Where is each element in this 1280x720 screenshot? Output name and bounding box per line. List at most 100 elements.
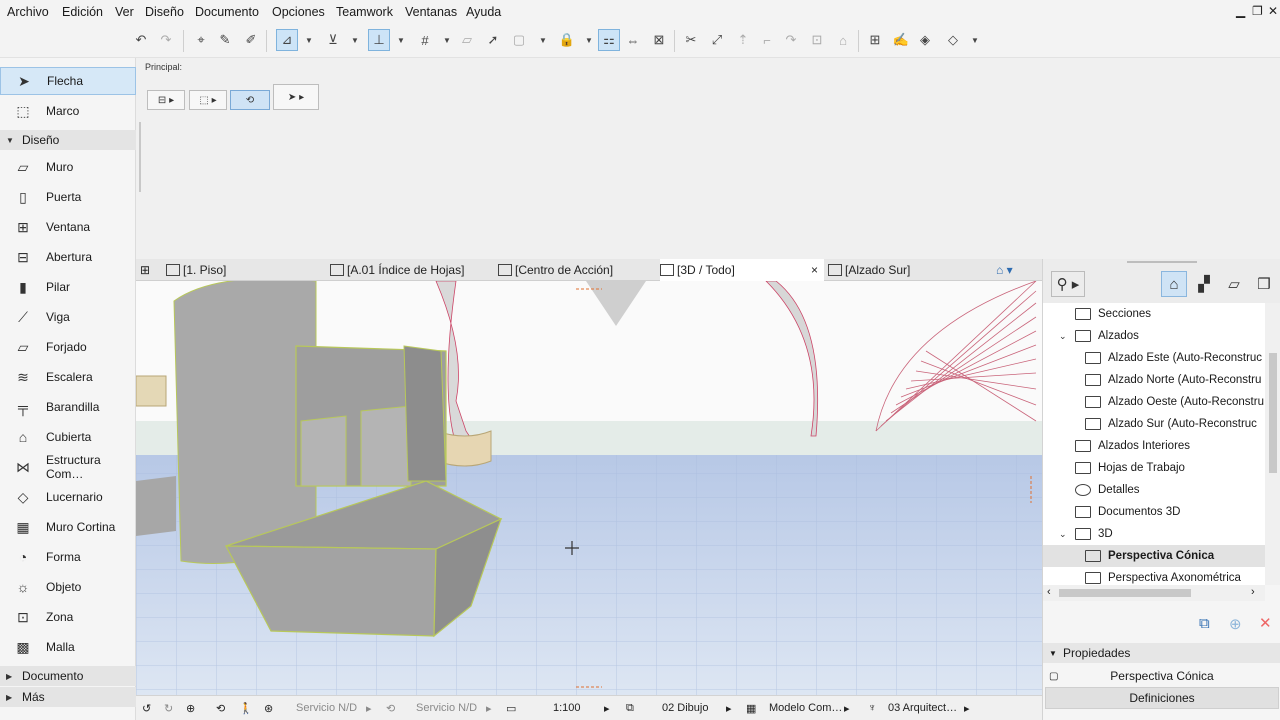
tool-estructura[interactable]: ⋈ Estructura Com… [0, 453, 136, 481]
layer-value[interactable]: 02 Dibujo [662, 702, 708, 714]
tool-barandilla[interactable]: ╤ Barandilla [0, 393, 136, 421]
dropdown-icon[interactable]: ▸ [366, 702, 372, 715]
menu-edicion[interactable]: Edición [62, 5, 103, 19]
dropdown-icon[interactable]: ▼ [350, 29, 360, 51]
minimize-icon[interactable]: ▁ [1236, 4, 1245, 18]
cursor-icon[interactable]: ➚ [482, 29, 504, 51]
tool-malla[interactable]: ▩ Malla [0, 633, 136, 661]
tool-zona[interactable]: ⊡ Zona [0, 603, 136, 631]
tab-centro-accion[interactable]: [Centro de Acción] [498, 259, 658, 281]
new-view-icon[interactable]: ⊕ [1229, 615, 1242, 633]
menu-archivo[interactable]: Archivo [7, 5, 49, 19]
3d-viewport[interactable] [136, 281, 1042, 695]
tree-horizontal-scrollbar[interactable]: ‹ › [1043, 585, 1265, 601]
intersect-icon[interactable]: ⊠ [648, 29, 670, 51]
rotate-method-button[interactable]: ⟲ [230, 90, 270, 110]
distribute-icon[interactable]: ⊞ [864, 29, 886, 51]
marquee-method-button[interactable]: ⬚ ▸ [189, 90, 227, 110]
tool-muro-cortina[interactable]: ▦ Muro Cortina [0, 513, 136, 541]
tool-ventana[interactable]: ⊞ Ventana [0, 213, 136, 241]
go-back-icon[interactable]: ↺ [142, 702, 151, 715]
eyedropper-icon[interactable]: ✎ [214, 29, 236, 51]
tree-item-alzados-interiores[interactable]: Alzados Interiores [1075, 435, 1190, 457]
menu-teamwork[interactable]: Teamwork [336, 5, 393, 19]
snap-guides-icon[interactable]: ⊻ [322, 29, 344, 51]
go-forward-icon[interactable]: ↻ [164, 702, 173, 715]
tool-cubierta[interactable]: ⌂ Cubierta [0, 423, 136, 451]
drag-handle[interactable] [1127, 261, 1197, 263]
dropdown-icon[interactable]: ▼ [584, 29, 594, 51]
tree-item-hojas-trabajo[interactable]: Hojas de Trabajo [1075, 457, 1185, 479]
tree-item-3d[interactable]: ⌄ 3D [1059, 523, 1113, 545]
group-diseno[interactable]: ▼ Diseño [0, 130, 136, 150]
menu-documento[interactable]: Documento [195, 5, 259, 19]
publisher-icon[interactable]: ❒ [1251, 271, 1277, 297]
splitter[interactable] [139, 122, 141, 192]
redo-icon[interactable]: ↷ [155, 29, 177, 51]
scale-value[interactable]: 1:100 [553, 702, 581, 714]
fit-in-window-icon[interactable]: ⊛ [264, 702, 273, 715]
zoom-in-icon[interactable]: ⊕ [186, 702, 195, 715]
dropdown-icon[interactable]: ▸ [486, 702, 492, 715]
project-map-icon[interactable]: ⌂ [1161, 271, 1187, 297]
tool-marco[interactable]: ⬚ Marco [0, 97, 136, 125]
gravity-icon[interactable]: ⊥ [368, 29, 390, 51]
adjust-icon[interactable]: ⤢ [706, 29, 728, 51]
dropdown-icon[interactable]: ▼ [538, 29, 548, 51]
tree-item-alzado-este[interactable]: Alzado Este (Auto-Reconstruc [1085, 347, 1262, 369]
dimension-icon[interactable]: ⇔ [622, 29, 644, 51]
tree-item-documentos-3d[interactable]: Documentos 3D [1075, 501, 1180, 523]
tree-vertical-scrollbar[interactable] [1265, 303, 1280, 585]
corner-icon[interactable]: ⌐ [756, 29, 778, 51]
tree-item-secciones[interactable]: Secciones [1075, 303, 1151, 325]
dropdown-icon[interactable]: ▸ [844, 702, 850, 715]
menu-ventanas[interactable]: Ventanas [405, 5, 457, 19]
render-icon[interactable]: ◇ [942, 29, 964, 51]
walk-icon[interactable]: 🚶 [239, 702, 253, 715]
dropdown-icon[interactable]: ▼ [304, 29, 314, 51]
orbit-icon[interactable]: ⟲ [216, 702, 225, 715]
syringe-icon[interactable]: ✐ [240, 29, 262, 51]
group-mas[interactable]: ▶ Más [0, 687, 136, 707]
tab-close-icon[interactable]: × [811, 263, 818, 277]
tree-item-alzados[interactable]: ⌄ Alzados [1059, 325, 1139, 347]
tool-pilar[interactable]: ▮ Pilar [0, 273, 136, 301]
tool-muro[interactable]: ▱ Muro [0, 153, 136, 181]
undo-icon[interactable]: ↶ [130, 29, 152, 51]
scroll-right-icon[interactable]: › [1251, 586, 1255, 598]
tree-item-alzado-oeste[interactable]: Alzado Oeste (Auto-Reconstru [1085, 391, 1264, 413]
scissors-icon[interactable]: ✂ [680, 29, 702, 51]
dropdown-icon[interactable]: ▸ [726, 702, 732, 715]
dropdown-icon[interactable]: ▼ [442, 29, 452, 51]
navigator-menu-icon[interactable]: ⚲ ▸ [1051, 271, 1085, 297]
tab-indice-hojas[interactable]: [A.01 Índice de Hojas] [330, 259, 494, 281]
brush-icon[interactable]: ✍ [890, 29, 912, 51]
tree-item-perspectiva-axonometrica[interactable]: Perspectiva Axonométrica [1085, 567, 1241, 585]
tab-overview-icon[interactable]: ⊞ [140, 259, 162, 281]
layout-book-icon[interactable]: ▱ [1221, 271, 1247, 297]
grid-icon[interactable]: # [414, 29, 436, 51]
tree-item-alzado-norte[interactable]: Alzado Norte (Auto-Reconstru [1085, 369, 1261, 391]
dropdown-icon[interactable]: ▸ [964, 702, 970, 715]
dropdown-icon[interactable]: ▸ [604, 702, 610, 715]
cube-icon[interactable]: ◈ [914, 29, 936, 51]
chevron-down-icon[interactable]: ⌄ [1059, 529, 1071, 540]
menu-diseno[interactable]: Diseño [145, 5, 184, 19]
menu-ver[interactable]: Ver [115, 5, 134, 19]
view-settings-icon[interactable]: ⧉ [1199, 615, 1210, 632]
close-icon[interactable]: ✕ [1268, 4, 1278, 18]
layers-icon[interactable]: ⚏ [598, 29, 620, 51]
menu-opciones[interactable]: Opciones [272, 5, 325, 19]
tool-objeto[interactable]: ☼ Objeto [0, 573, 136, 601]
tool-forjado[interactable]: ▱ Forjado [0, 333, 136, 361]
model-value[interactable]: Modelo Com… [769, 702, 842, 714]
tool-forma[interactable]: ◔ Forma [0, 543, 136, 571]
service-1[interactable]: Servicio N/D [296, 702, 357, 714]
properties-header[interactable]: ▼ Propiedades [1043, 643, 1280, 663]
plane-icon[interactable]: ▱ [456, 29, 478, 51]
tool-abertura[interactable]: ⊟ Abertura [0, 243, 136, 271]
arrow-settings-button[interactable]: ➤ ▸ [273, 84, 319, 110]
view-map-icon[interactable]: ▞ [1191, 271, 1217, 297]
restore-icon[interactable]: ❐ [1252, 4, 1263, 18]
chevron-down-icon[interactable]: ⌄ [1059, 331, 1071, 342]
